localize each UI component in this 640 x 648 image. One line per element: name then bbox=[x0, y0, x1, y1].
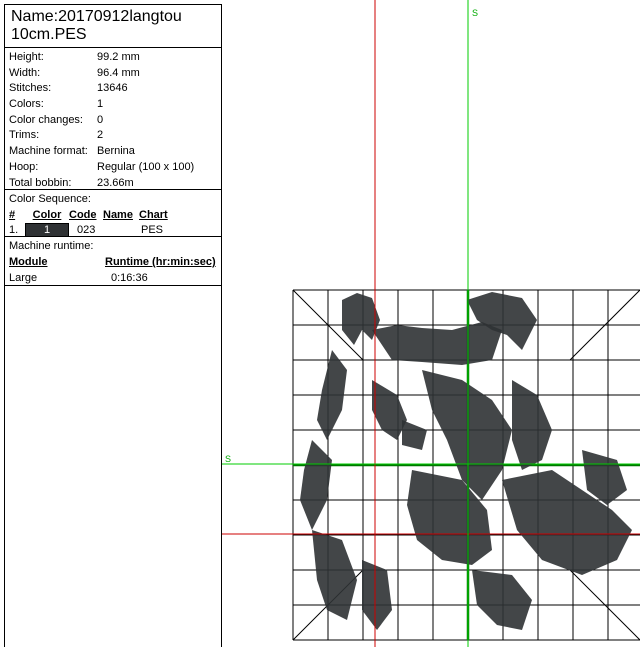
col-header-num: # bbox=[9, 209, 16, 221]
runtime-header-time: Runtime (hr:min:sec) bbox=[105, 256, 216, 268]
runtime-value: 0:16:36 bbox=[111, 272, 148, 284]
stitch-region bbox=[317, 350, 347, 440]
color-sequence-title: Color Sequence: bbox=[9, 193, 91, 205]
runtime-module: Large bbox=[9, 272, 38, 284]
design-name-continued: 10cm.PES bbox=[11, 26, 87, 43]
stat-row: Colors: 1 bbox=[9, 97, 221, 113]
machine-runtime-section: Machine runtime: Module Runtime (hr:min:… bbox=[5, 237, 221, 286]
design-name-section: Name:20170912langtou 10cm.PES bbox=[5, 5, 221, 48]
color-row-num: 1. bbox=[9, 224, 19, 236]
stat-label: Width: bbox=[9, 66, 41, 79]
top-axis-marker: S bbox=[472, 8, 478, 18]
color-row-chart: PES bbox=[141, 224, 164, 236]
stat-value: 1 bbox=[97, 98, 104, 111]
stat-value: 96.4 mm bbox=[97, 66, 140, 79]
stat-value: 23.66m bbox=[97, 176, 134, 189]
runtime-header-module: Module bbox=[9, 256, 48, 268]
color-sequence-header: # Color Code Name Chart bbox=[9, 207, 221, 223]
stitch-region bbox=[342, 293, 380, 345]
design-stats: Height: 99.2 mm Width: 96.4 mm Stitches: 13… bbox=[5, 48, 221, 190]
color-sequence-section: Color Sequence: # Color Code Name Chart … bbox=[5, 190, 221, 237]
stat-row: Stitches: 13646 bbox=[9, 81, 221, 97]
stat-label: Color changes: bbox=[9, 113, 83, 126]
stitch-region bbox=[472, 570, 532, 630]
stat-label: Machine format: bbox=[9, 145, 88, 158]
stat-label: Hoop: bbox=[9, 160, 39, 173]
embroidery-design bbox=[300, 292, 632, 630]
stat-label: Trims: bbox=[9, 129, 40, 142]
stat-label: Stitches: bbox=[9, 82, 52, 95]
color-sequence-row: 1. 1 023 PES bbox=[9, 223, 221, 237]
runtime-title: Machine runtime: bbox=[9, 240, 94, 252]
stat-value: Regular (100 x 100) bbox=[97, 160, 195, 173]
design-info-panel: Name:20170912langtou 10cm.PES Height: 99.… bbox=[4, 4, 222, 647]
stat-value: 13646 bbox=[97, 82, 128, 95]
color-row-name bbox=[105, 223, 141, 237]
stat-value: 2 bbox=[97, 129, 104, 142]
stat-row: Color changes: 0 bbox=[9, 113, 221, 129]
stitch-region bbox=[300, 440, 332, 530]
col-header-color: Color bbox=[32, 209, 62, 221]
stitch-region bbox=[372, 380, 407, 440]
stitch-region bbox=[512, 380, 552, 470]
stat-row: Width: 96.4 mm bbox=[9, 66, 221, 82]
stat-value: Bernina bbox=[97, 145, 135, 158]
color-swatch: 1 bbox=[25, 223, 69, 237]
stat-row: Trims: 2 bbox=[9, 128, 221, 144]
stat-row: Machine format: Bernina bbox=[9, 144, 221, 160]
col-header-name: Name bbox=[103, 209, 133, 221]
stitch-region bbox=[312, 530, 357, 620]
stitch-region bbox=[372, 322, 502, 365]
col-header-code: Code bbox=[69, 209, 97, 221]
stat-value: 0 bbox=[97, 113, 104, 126]
left-axis-marker: S bbox=[225, 454, 231, 464]
stat-label: Height: bbox=[9, 51, 44, 63]
stat-label: Colors: bbox=[9, 98, 44, 111]
stat-label: Total bobbin: bbox=[9, 176, 72, 189]
stat-row: Height: 99.2 mm bbox=[9, 50, 221, 66]
design-canvas[interactable]: S S bbox=[222, 0, 640, 647]
panel-empty-space bbox=[5, 286, 221, 648]
color-row-code: 023 bbox=[77, 224, 96, 236]
col-header-chart: Chart bbox=[139, 209, 168, 221]
design-name: Name:20170912langtou bbox=[11, 8, 182, 25]
grid-diagonal bbox=[292, 289, 329, 326]
stitch-region bbox=[402, 420, 427, 450]
stat-value: 99.2 mm bbox=[97, 51, 140, 63]
runtime-header: Module Runtime (hr:min:sec) bbox=[9, 254, 221, 270]
runtime-row: Large 0:16:36 bbox=[9, 270, 221, 286]
stat-row: Total bobbin: 23.66m bbox=[9, 176, 221, 192]
stat-row: Hoop: Regular (100 x 100) bbox=[9, 160, 221, 176]
